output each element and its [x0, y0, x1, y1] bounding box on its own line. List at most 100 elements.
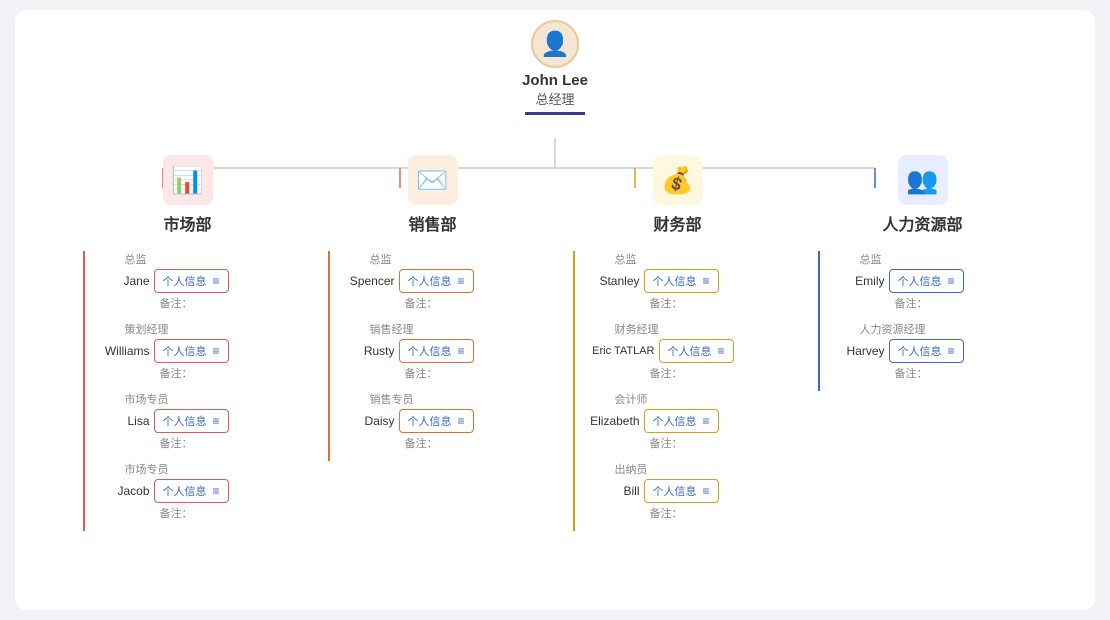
emp-rusty-name: Rusty — [340, 344, 395, 358]
emp-eric: 财务经理 Eric TATLAR 个人信息 ≡ 备注： — [585, 321, 783, 381]
emp-daisy-row: Daisy 个人信息 ≡ — [340, 409, 538, 433]
hr-icon: 👥 — [898, 155, 948, 205]
sales-dept-name: 销售部 — [408, 211, 456, 235]
emp-jacob-card[interactable]: 个人信息 ≡ — [154, 479, 229, 503]
emp-rusty-note: 备注： — [340, 365, 538, 381]
market-icon: 📊 — [163, 155, 213, 205]
dept-finance: 💰 财务部 总监 Stanley 个人信息 ≡ 备注： — [573, 155, 783, 531]
emp-jacob-name: Jacob — [95, 484, 150, 498]
emp-emily: 总监 Emily 个人信息 ≡ 备注： — [830, 251, 1028, 311]
emp-harvey-row: Harvey 个人信息 ≡ — [830, 339, 1028, 363]
finance-dept-name: 财务部 — [653, 211, 701, 235]
emp-spencer-name: Spencer — [340, 274, 395, 288]
emp-lisa-role: 市场专员 — [95, 391, 293, 407]
ceo-name: John Lee — [522, 72, 588, 89]
emp-jane: 总监 Jane 个人信息 ≡ 备注： — [95, 251, 293, 311]
emp-williams-card[interactable]: 个人信息 ≡ — [154, 339, 229, 363]
market-dept-name: 市场部 — [163, 211, 211, 235]
emp-jane-note: 备注： — [95, 295, 293, 311]
emp-jane-card[interactable]: 个人信息 ≡ — [154, 269, 229, 293]
emp-daisy: 销售专员 Daisy 个人信息 ≡ 备注： — [340, 391, 538, 451]
emp-williams-row: Williams 个人信息 ≡ — [95, 339, 293, 363]
emp-bill-role: 出纳员 — [585, 461, 783, 477]
emp-williams-note: 备注： — [95, 365, 293, 381]
emp-harvey-card[interactable]: 个人信息 ≡ — [889, 339, 964, 363]
emp-stanley-role: 总监 — [585, 251, 783, 267]
emp-jacob-note: 备注： — [95, 505, 293, 521]
emp-williams: 策划经理 Williams 个人信息 ≡ 备注： — [95, 321, 293, 381]
hr-dept-name: 人力资源部 — [882, 211, 962, 235]
ceo-title: 总经理 — [535, 89, 574, 108]
emp-stanley-card[interactable]: 个人信息 ≡ — [644, 269, 719, 293]
emp-stanley-row: Stanley 个人信息 ≡ — [585, 269, 783, 293]
emp-spencer-card[interactable]: 个人信息 ≡ — [399, 269, 474, 293]
ceo-underline — [525, 112, 585, 115]
emp-bill-note: 备注： — [585, 505, 783, 521]
emp-elizabeth-role: 会计师 — [585, 391, 783, 407]
emp-williams-name: Williams — [95, 344, 150, 358]
emp-jane-role: 总监 — [95, 251, 293, 267]
finance-employees: 总监 Stanley 个人信息 ≡ 备注： 财务经理 Eric TATLAR — [573, 251, 783, 531]
emp-rusty-role: 销售经理 — [340, 321, 538, 337]
emp-eric-card[interactable]: 个人信息 ≡ — [659, 339, 734, 363]
emp-spencer-role: 总监 — [340, 251, 538, 267]
emp-emily-note: 备注： — [830, 295, 1028, 311]
emp-bill-name: Bill — [585, 484, 640, 498]
emp-williams-role: 策划经理 — [95, 321, 293, 337]
emp-rusty-row: Rusty 个人信息 ≡ — [340, 339, 538, 363]
emp-daisy-name: Daisy — [340, 414, 395, 428]
emp-harvey-role: 人力资源经理 — [830, 321, 1028, 337]
emp-elizabeth: 会计师 Elizabeth 个人信息 ≡ 备注： — [585, 391, 783, 451]
dept-hr: 👥 人力资源部 总监 Emily 个人信息 ≡ 备注： — [818, 155, 1028, 531]
emp-harvey: 人力资源经理 Harvey 个人信息 ≡ 备注： — [830, 321, 1028, 381]
emp-rusty: 销售经理 Rusty 个人信息 ≡ 备注： — [340, 321, 538, 381]
emp-lisa-note: 备注： — [95, 435, 293, 451]
emp-spencer: 总监 Spencer 个人信息 ≡ 备注： — [340, 251, 538, 311]
dept-sales: ✉️ 销售部 总监 Spencer 个人信息 ≡ 备注： — [328, 155, 538, 531]
hr-employees: 总监 Emily 个人信息 ≡ 备注： 人力资源经理 Harvey — [818, 251, 1028, 391]
emp-daisy-note: 备注： — [340, 435, 538, 451]
emp-emily-row: Emily 个人信息 ≡ — [830, 269, 1028, 293]
emp-bill-card[interactable]: 个人信息 ≡ — [644, 479, 719, 503]
emp-lisa-name: Lisa — [95, 414, 150, 428]
finance-icon: 💰 — [653, 155, 703, 205]
ceo-node: 👤 John Lee 总经理 — [522, 20, 588, 115]
emp-lisa: 市场专员 Lisa 个人信息 ≡ 备注： — [95, 391, 293, 451]
ceo-avatar: 👤 — [531, 20, 579, 68]
emp-spencer-row: Spencer 个人信息 ≡ — [340, 269, 538, 293]
emp-daisy-role: 销售专员 — [340, 391, 538, 407]
departments-row: 📊 市场部 总监 Jane 个人信息 ≡ 备注： — [65, 155, 1045, 531]
emp-stanley: 总监 Stanley 个人信息 ≡ 备注： — [585, 251, 783, 311]
emp-daisy-card[interactable]: 个人信息 ≡ — [399, 409, 474, 433]
emp-rusty-card[interactable]: 个人信息 ≡ — [399, 339, 474, 363]
emp-elizabeth-row: Elizabeth 个人信息 ≡ — [585, 409, 783, 433]
emp-emily-name: Emily — [830, 274, 885, 288]
emp-bill-row: Bill 个人信息 ≡ — [585, 479, 783, 503]
emp-elizabeth-name: Elizabeth — [585, 414, 640, 428]
emp-jacob-row: Jacob 个人信息 ≡ — [95, 479, 293, 503]
dept-market: 📊 市场部 总监 Jane 个人信息 ≡ 备注： — [83, 155, 293, 531]
emp-lisa-row: Lisa 个人信息 ≡ — [95, 409, 293, 433]
sales-employees: 总监 Spencer 个人信息 ≡ 备注： 销售经理 Rusty — [328, 251, 538, 461]
emp-spencer-note: 备注： — [340, 295, 538, 311]
emp-elizabeth-note: 备注： — [585, 435, 783, 451]
emp-stanley-note: 备注： — [585, 295, 783, 311]
emp-bill: 出纳员 Bill 个人信息 ≡ 备注： — [585, 461, 783, 521]
emp-elizabeth-card[interactable]: 个人信息 ≡ — [644, 409, 719, 433]
emp-eric-note: 备注： — [585, 365, 783, 381]
emp-harvey-note: 备注： — [830, 365, 1028, 381]
emp-harvey-name: Harvey — [830, 344, 885, 358]
emp-jacob: 市场专员 Jacob 个人信息 ≡ 备注： — [95, 461, 293, 521]
emp-lisa-card[interactable]: 个人信息 ≡ — [154, 409, 229, 433]
org-chart: 👤 John Lee 总经理 📊 市场部 总监 — [15, 10, 1095, 610]
emp-emily-card[interactable]: 个人信息 ≡ — [889, 269, 964, 293]
emp-stanley-name: Stanley — [585, 274, 640, 288]
emp-eric-row: Eric TATLAR 个人信息 ≡ — [585, 339, 783, 363]
emp-jane-name: Jane — [95, 274, 150, 288]
emp-jacob-role: 市场专员 — [95, 461, 293, 477]
sales-icon: ✉️ — [408, 155, 458, 205]
emp-eric-role: 财务经理 — [585, 321, 783, 337]
market-employees: 总监 Jane 个人信息 ≡ 备注： 策划经理 Williams — [83, 251, 293, 531]
emp-jane-row: Jane 个人信息 ≡ — [95, 269, 293, 293]
emp-eric-name: Eric TATLAR — [585, 345, 655, 357]
